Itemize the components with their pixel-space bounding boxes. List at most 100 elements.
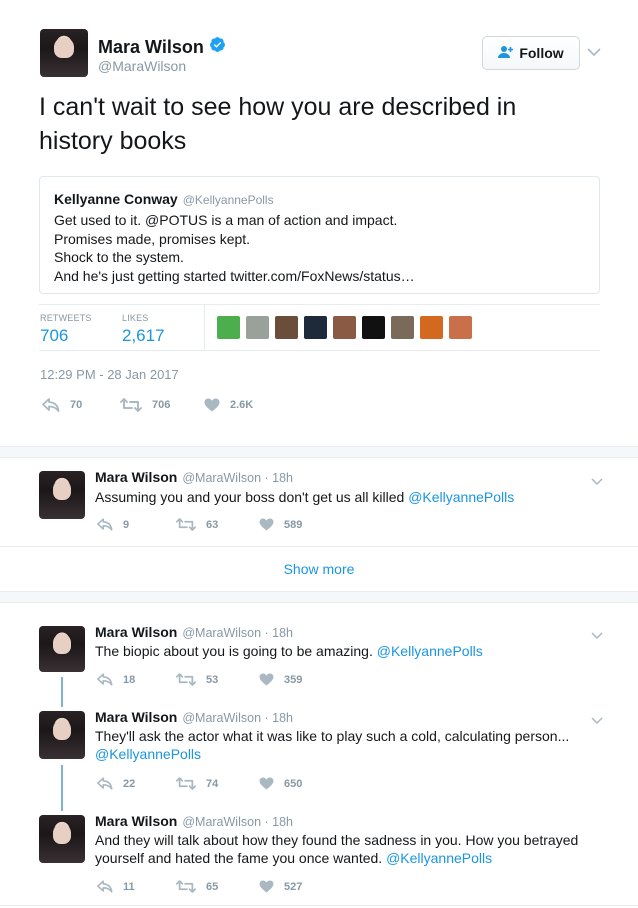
thread-author-handle[interactable]: @MaraWilson · 18h <box>182 711 293 725</box>
reply-count: 18 <box>123 673 136 686</box>
like-count: 2.6K <box>230 399 254 411</box>
likers-avatars <box>217 316 472 339</box>
mention-link[interactable]: @KellyannePolls <box>408 489 514 505</box>
liker-avatar[interactable] <box>449 316 472 339</box>
retweet-action[interactable]: 706 <box>120 398 170 412</box>
reply-divider <box>0 546 638 547</box>
retweet-action[interactable]: 74 <box>176 777 218 790</box>
section-separator <box>0 591 638 603</box>
retweet-action[interactable]: 63 <box>176 518 218 531</box>
verified-badge-icon <box>209 36 226 58</box>
retweet-icon <box>176 518 196 531</box>
liker-avatar[interactable] <box>333 316 356 339</box>
retweet-icon <box>176 880 196 893</box>
stats-top-divider <box>39 304 600 305</box>
liker-avatar[interactable] <box>362 316 385 339</box>
reply-action[interactable]: 11 <box>97 880 135 893</box>
thread-text: The biopic about you is going to be amaz… <box>95 643 377 659</box>
like-count: 650 <box>284 777 303 790</box>
reply-icon <box>97 673 113 686</box>
retweet-icon <box>176 777 196 790</box>
reply-count: 22 <box>123 777 136 790</box>
quoted-line: Get used to it. @POTUS is a man of actio… <box>54 212 398 228</box>
stats-vertical-divider <box>204 305 205 351</box>
retweets-count[interactable]: 706 <box>40 326 68 346</box>
like-count: 589 <box>284 518 303 531</box>
retweet-icon <box>176 673 196 686</box>
quoted-line: Shock to the system. <box>54 249 184 265</box>
thread-author-handle[interactable]: @MaraWilson · 18h <box>182 815 293 829</box>
retweet-action[interactable]: 65 <box>176 880 218 893</box>
retweet-count: 53 <box>206 673 219 686</box>
like-count: 359 <box>284 673 303 686</box>
reply-author-handle[interactable]: @MaraWilson · 18h <box>182 471 293 485</box>
add-user-icon <box>498 45 514 62</box>
mention-link[interactable]: @KellyannePolls <box>95 745 605 763</box>
thread-avatar[interactable] <box>39 626 85 672</box>
liker-avatar[interactable] <box>391 316 414 339</box>
thread-author-handle[interactable]: @MaraWilson · 18h <box>182 626 293 640</box>
reply-count: 9 <box>123 518 130 531</box>
retweets-stat-label: RETWEETS <box>40 313 92 323</box>
quoted-tweet-card[interactable]: Kellyanne Conway @KellyannePolls Get use… <box>39 176 600 294</box>
thread-text: And they will talk about how they found … <box>95 832 579 866</box>
follow-button[interactable]: Follow <box>482 36 580 70</box>
thread-text: They'll ask the actor what it was like t… <box>95 728 570 744</box>
liker-avatar[interactable] <box>246 316 269 339</box>
thread-connector <box>61 677 63 707</box>
liker-avatar[interactable] <box>217 316 240 339</box>
like-action[interactable]: 527 <box>259 880 302 893</box>
retweet-count: 74 <box>206 777 219 790</box>
show-more-link[interactable]: Show more <box>0 561 638 577</box>
liker-avatar[interactable] <box>275 316 298 339</box>
thread-avatar[interactable] <box>39 815 85 863</box>
reply-text: Assuming you and your boss don't get us … <box>95 489 409 505</box>
retweet-icon <box>120 398 142 412</box>
quoted-line: Promises made, promises kept. <box>54 230 251 247</box>
reply-action[interactable]: 9 <box>97 518 129 531</box>
like-action[interactable]: 650 <box>259 777 302 790</box>
heart-icon <box>259 777 274 790</box>
reply-count: 11 <box>123 880 135 893</box>
heart-icon <box>259 518 274 531</box>
thread-avatar[interactable] <box>39 711 85 759</box>
mention-link[interactable]: @KellyannePolls <box>386 850 492 866</box>
main-avatar[interactable] <box>40 29 88 77</box>
heart-icon <box>204 398 220 412</box>
main-author-handle[interactable]: @MaraWilson <box>98 58 186 74</box>
liker-avatar[interactable] <box>304 316 327 339</box>
bottom-divider <box>0 905 638 906</box>
thread-author-name[interactable]: Mara Wilson <box>95 709 177 725</box>
reply-action[interactable]: 22 <box>97 777 135 790</box>
likes-count[interactable]: 2,617 <box>122 326 165 346</box>
thread-author-name[interactable]: Mara Wilson <box>95 624 177 640</box>
tweet-options-chevron-icon[interactable] <box>587 44 601 62</box>
like-count: 527 <box>284 880 303 893</box>
heart-icon <box>259 673 274 686</box>
main-author-name[interactable]: Mara Wilson <box>98 37 204 58</box>
reply-icon <box>97 880 113 893</box>
like-action[interactable]: 589 <box>259 518 302 531</box>
reply-icon <box>42 398 60 412</box>
reply-action[interactable]: 70 <box>42 398 82 412</box>
quoted-author-handle: @KellyannePolls <box>182 193 274 207</box>
like-action[interactable]: 2.6K <box>204 398 253 412</box>
like-action[interactable]: 359 <box>259 673 302 686</box>
liker-avatar[interactable] <box>420 316 443 339</box>
reply-icon <box>97 518 113 531</box>
reply-icon <box>97 777 113 790</box>
reply-author-name[interactable]: Mara Wilson <box>95 469 177 485</box>
reply-avatar[interactable] <box>39 471 85 519</box>
thread-author-name[interactable]: Mara Wilson <box>95 813 177 829</box>
follow-label: Follow <box>519 45 564 61</box>
tweet-timestamp[interactable]: 12:29 PM - 28 Jan 2017 <box>40 367 179 382</box>
retweet-count: 65 <box>206 880 219 893</box>
quoted-line: And he's just getting started twitter.co… <box>54 267 415 284</box>
main-tweet-text: I can't wait to see how you are describe… <box>39 93 517 155</box>
retweet-count: 63 <box>206 518 219 531</box>
quoted-author-name: Kellyanne Conway <box>54 191 178 207</box>
reply-action[interactable]: 18 <box>97 673 135 686</box>
mention-link[interactable]: @KellyannePolls <box>377 643 483 659</box>
retweet-action[interactable]: 53 <box>176 673 218 686</box>
section-separator <box>0 446 638 458</box>
